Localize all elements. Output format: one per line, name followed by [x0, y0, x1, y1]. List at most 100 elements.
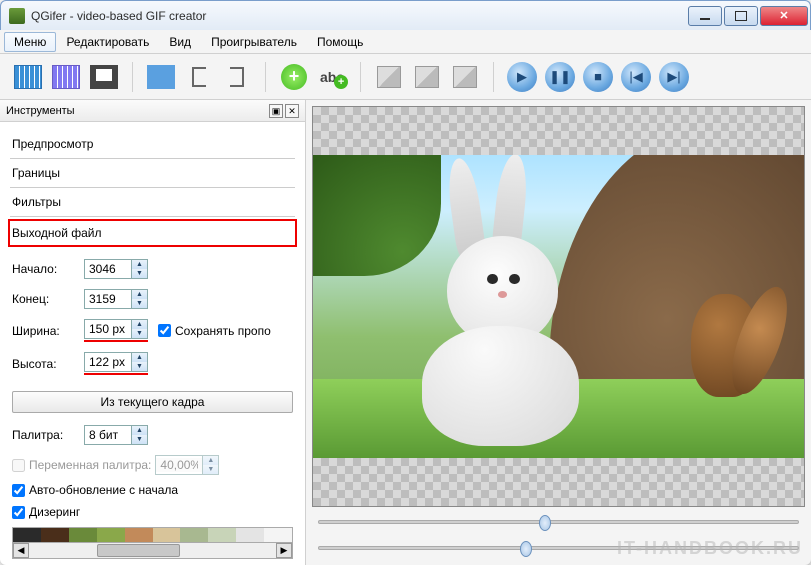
prev-icon: |◀: [621, 62, 651, 92]
close-button[interactable]: [760, 6, 808, 26]
var-palette-checkbox: [12, 459, 25, 472]
spin-up-icon[interactable]: ▲: [131, 320, 147, 329]
end-label: Конец:: [12, 292, 74, 306]
play-button[interactable]: ▶: [504, 59, 540, 95]
set-end-button[interactable]: [219, 59, 255, 95]
height-label: Высота:: [12, 357, 74, 371]
height-spinner[interactable]: ▲▼: [84, 352, 148, 372]
spin-up-icon[interactable]: ▲: [131, 290, 147, 299]
palette-input[interactable]: [85, 428, 131, 442]
pause-button[interactable]: ❚❚: [542, 59, 578, 95]
palette-spinner[interactable]: ▲▼: [84, 425, 148, 445]
main-area: Инструменты ▣ ✕ Предпросмотр Границы Фил…: [0, 100, 811, 565]
play-icon: ▶: [507, 62, 537, 92]
menu-player[interactable]: Проигрыватель: [201, 32, 307, 52]
spin-up-icon[interactable]: ▲: [131, 353, 147, 362]
panel-title: Инструменты: [6, 105, 75, 117]
scroll-right-icon[interactable]: ▶: [276, 543, 292, 558]
keep-ratio-label: Сохранять пропо: [175, 324, 271, 338]
menu-edit[interactable]: Редактировать: [56, 32, 159, 52]
slider-knob[interactable]: [539, 515, 551, 531]
next-icon: ▶|: [659, 62, 689, 92]
crop-icon: [147, 65, 175, 89]
menu-menu[interactable]: Меню: [4, 32, 56, 52]
edit-icon: [415, 66, 439, 88]
menu-help[interactable]: Помощь: [307, 32, 373, 52]
dithering-label: Дизеринг: [29, 505, 80, 519]
section-preview[interactable]: Предпросмотр: [10, 130, 295, 159]
output-settings: Начало: ▲▼ Конец: ▲▼ Ширина:: [10, 249, 295, 563]
edit-b-button[interactable]: [409, 59, 445, 95]
var-palette-label: Переменная палитра:: [29, 458, 151, 472]
stop-button[interactable]: ■: [580, 59, 616, 95]
add-object-button[interactable]: +: [276, 59, 312, 95]
height-input[interactable]: [85, 355, 131, 369]
checker-top: [313, 107, 804, 155]
preview-viewport: [312, 106, 805, 507]
pause-icon: ❚❚: [545, 62, 575, 92]
preview-panel: [306, 100, 811, 565]
spin-down-icon[interactable]: ▼: [131, 299, 147, 308]
set-start-button[interactable]: [181, 59, 217, 95]
print-button[interactable]: [48, 59, 84, 95]
add-text-button[interactable]: abc+: [314, 59, 350, 95]
panel-header: Инструменты ▣ ✕: [0, 100, 305, 122]
palette-scrollbar[interactable]: ◀ ▶: [12, 543, 293, 559]
var-palette-spinner: ▲▼: [155, 455, 219, 475]
width-spinner[interactable]: ▲▼: [84, 319, 148, 339]
auto-update-checkbox[interactable]: [12, 484, 25, 497]
keep-ratio-checkbox[interactable]: [158, 324, 171, 337]
start-input[interactable]: [85, 262, 131, 276]
section-filters[interactable]: Фильтры: [10, 188, 295, 217]
slider-knob[interactable]: [520, 541, 532, 557]
window-title: QGifer - video-based GIF creator: [31, 9, 686, 23]
accordion: Предпросмотр Границы Фильтры Выходной фа…: [0, 122, 305, 565]
end-input[interactable]: [85, 292, 131, 306]
spin-up-icon[interactable]: ▲: [131, 260, 147, 269]
film-icon: [14, 65, 42, 89]
spin-down-icon[interactable]: ▼: [131, 362, 147, 371]
edit-icon: [377, 66, 401, 88]
section-borders[interactable]: Границы: [10, 159, 295, 188]
scroll-left-icon[interactable]: ◀: [13, 543, 29, 558]
text-icon: abc+: [320, 69, 344, 85]
save-button[interactable]: [86, 59, 122, 95]
tools-panel: Инструменты ▣ ✕ Предпросмотр Границы Фил…: [0, 100, 306, 565]
plus-icon: +: [281, 64, 307, 90]
width-label: Ширина:: [12, 324, 74, 338]
floppy-icon: [90, 65, 118, 89]
menu-view[interactable]: Вид: [159, 32, 201, 52]
crop-button[interactable]: [143, 59, 179, 95]
next-button[interactable]: ▶|: [656, 59, 692, 95]
open-video-button[interactable]: [10, 59, 46, 95]
palette-label: Палитра:: [12, 428, 74, 442]
character-bunny: [401, 228, 607, 446]
palette-preview: [12, 527, 293, 543]
from-current-frame-button[interactable]: Из текущего кадра: [12, 391, 293, 413]
spin-down-icon[interactable]: ▼: [131, 269, 147, 278]
bracket-right-icon: [230, 67, 244, 87]
maximize-button[interactable]: [724, 6, 758, 26]
minimize-button[interactable]: [688, 6, 722, 26]
section-output[interactable]: Выходной файл: [8, 219, 297, 247]
timeline-slider[interactable]: [318, 520, 799, 524]
start-spinner[interactable]: ▲▼: [84, 259, 148, 279]
undock-button[interactable]: ▣: [269, 104, 283, 118]
spin-down-icon[interactable]: ▼: [131, 329, 147, 338]
scroll-thumb[interactable]: [97, 544, 181, 557]
edit-icon: [453, 66, 477, 88]
width-input[interactable]: [85, 322, 131, 336]
video-frame: [313, 155, 804, 458]
spin-up-icon[interactable]: ▲: [131, 426, 147, 435]
end-spinner[interactable]: ▲▼: [84, 289, 148, 309]
auto-update-label: Авто-обновление с начала: [29, 483, 178, 497]
watermark: IT-HANDBOOK.RU: [617, 538, 803, 559]
edit-a-button[interactable]: [371, 59, 407, 95]
edit-c-button[interactable]: [447, 59, 483, 95]
spin-down-icon[interactable]: ▼: [131, 435, 147, 444]
prev-button[interactable]: |◀: [618, 59, 654, 95]
panel-close-button[interactable]: ✕: [285, 104, 299, 118]
start-label: Начало:: [12, 262, 74, 276]
toolbar: + abc+ ▶ ❚❚ ■ |◀ ▶|: [0, 54, 811, 100]
dithering-checkbox[interactable]: [12, 506, 25, 519]
